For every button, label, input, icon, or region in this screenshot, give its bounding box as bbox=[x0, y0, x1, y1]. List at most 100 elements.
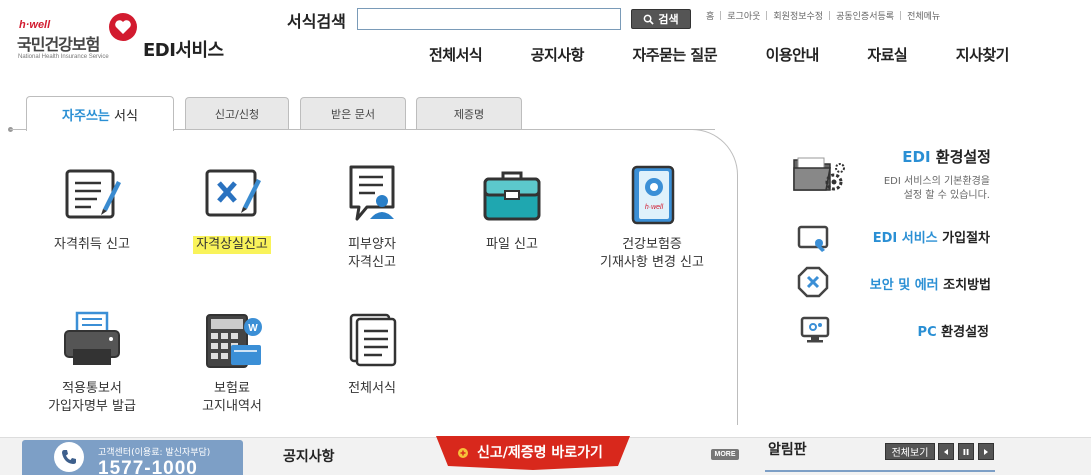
form-item-label-line2: 기재사항 변경 신고 bbox=[600, 255, 704, 270]
nav-branch-finder[interactable]: 지사찾기 bbox=[956, 44, 1010, 65]
report-certificate-shortcut[interactable]: 신고/제증명 바로가기 bbox=[436, 436, 630, 470]
search-icon bbox=[644, 14, 655, 25]
customer-center-number: 1577-1000 bbox=[98, 458, 198, 475]
security-error-link[interactable]: 보안 및 에러 조치방법 bbox=[870, 274, 991, 293]
edi-settings-description: EDI 서비스의 기본환경을 설정 할 수 있습니다. bbox=[884, 175, 990, 203]
svg-text:h·well: h·well bbox=[645, 204, 664, 211]
form-item-qualification-acquisition[interactable]: 자격취득 신고 bbox=[17, 163, 167, 254]
pause-icon bbox=[963, 448, 969, 455]
nav-faq[interactable]: 자주묻는 질문 bbox=[633, 44, 718, 65]
utility-links: 홈 로그아웃 회원정보수정 공동인증서등록 전체메뉴 bbox=[700, 9, 946, 22]
security-link-blue: 보안 및 에러 bbox=[869, 278, 939, 293]
tab-certificates[interactable]: 제증명 bbox=[416, 97, 522, 129]
nav-guide[interactable]: 이용안내 bbox=[766, 44, 820, 65]
form-item-label: 자격상실신고 bbox=[193, 236, 271, 254]
edi-settings-title-blue: EDI bbox=[902, 148, 931, 166]
pc-link-blue: PC bbox=[917, 325, 937, 340]
nav-notice[interactable]: 공지사항 bbox=[531, 44, 585, 65]
nav-all-forms[interactable]: 전체서식 bbox=[429, 44, 483, 65]
edi-signup-procedure-link[interactable]: EDI 서비스 가입절차 bbox=[873, 227, 990, 246]
calculator-won-icon: W bbox=[206, 314, 262, 368]
form-item-label-line1: 보험료 bbox=[214, 381, 250, 396]
form-item-notice-issue[interactable]: 적용통보서 가입자명부 발급 bbox=[17, 307, 167, 416]
form-item-label: 전체서식 bbox=[348, 381, 396, 396]
tab-report-request[interactable]: 신고/신청 bbox=[185, 97, 289, 129]
util-link-full-menu[interactable]: 전체메뉴 bbox=[901, 9, 946, 22]
board-section-title: 알림판 bbox=[768, 442, 807, 458]
util-link-register-cert[interactable]: 공동인증서등록 bbox=[830, 9, 900, 22]
tab-label-rest: 서식 bbox=[109, 108, 138, 124]
nav-resources[interactable]: 자료실 bbox=[867, 44, 907, 65]
pc-link-rest: 환경설정 bbox=[936, 325, 989, 340]
pc-settings-link[interactable]: PC 환경설정 bbox=[918, 321, 989, 340]
notice-section-title: 공지사항 bbox=[283, 449, 335, 465]
heart-logo-icon bbox=[109, 13, 137, 41]
form-item-label-line2: 자격신고 bbox=[348, 255, 396, 270]
document-pen-icon bbox=[65, 169, 121, 219]
edi-settings-title-rest: 환경설정 bbox=[930, 148, 991, 166]
document-stack-icon bbox=[349, 313, 397, 367]
service-title: EDI서비스 bbox=[143, 40, 224, 61]
tab-received-documents[interactable]: 받은 문서 bbox=[300, 97, 406, 129]
form-item-label-line1: 건강보험증 bbox=[622, 237, 682, 252]
edi-settings-link[interactable]: EDI 환경설정 bbox=[902, 146, 991, 167]
form-item-label: 피부양자 자격신고 bbox=[297, 236, 447, 272]
search-input[interactable] bbox=[357, 8, 621, 30]
form-item-label: 자격취득 신고 bbox=[54, 237, 130, 252]
logo-hwell-text: h·well bbox=[19, 19, 51, 31]
form-item-label-line2: 가입자명부 발급 bbox=[48, 399, 136, 414]
monitor-touch-icon bbox=[797, 225, 829, 252]
customer-center-box: 고객센터(이용료: 발신자부담) 1577-1000 bbox=[22, 440, 243, 475]
form-item-card-change-report[interactable]: h·well 건강보험증 기재사항 변경 신고 bbox=[577, 163, 727, 272]
form-item-file-report[interactable]: 파일 신고 bbox=[437, 163, 587, 254]
board-underline bbox=[765, 470, 995, 472]
search-button-label: 검색 bbox=[658, 13, 679, 26]
main-nav: 전체서식 공지사항 자주묻는 질문 이용안내 자료실 지사찾기 bbox=[429, 44, 1009, 65]
util-link-home[interactable]: 홈 bbox=[700, 9, 720, 22]
search-label: 서식검색 bbox=[287, 12, 346, 31]
shortcut-text: 신고/제증명 바로가기 bbox=[477, 445, 603, 461]
form-item-label-line2: 고지내역서 bbox=[202, 399, 262, 414]
folder-gear-icon bbox=[793, 157, 845, 191]
next-icon bbox=[984, 448, 988, 455]
printer-icon bbox=[64, 311, 120, 365]
edi-settings-desc-line1: EDI 서비스의 기본환경을 bbox=[883, 176, 990, 187]
phone-icon bbox=[54, 442, 84, 472]
pc-settings-icon bbox=[800, 316, 830, 343]
shortcut-label: 신고/제증명 바로가기 bbox=[436, 442, 630, 462]
edi-settings-desc-line2: 설정 할 수 있습니다. bbox=[903, 190, 990, 201]
prev-icon bbox=[944, 448, 948, 455]
document-x-pen-icon bbox=[205, 169, 261, 217]
view-all-button[interactable]: 전체보기 bbox=[885, 443, 935, 460]
logo-org-name: 국민건강보험 bbox=[17, 35, 100, 54]
form-item-qualification-loss[interactable]: 자격상실신고 bbox=[157, 163, 307, 254]
form-item-dependent-report[interactable]: 피부양자 자격신고 bbox=[297, 163, 447, 272]
form-item-all-forms[interactable]: 전체서식 bbox=[297, 307, 447, 398]
next-button[interactable] bbox=[978, 443, 994, 460]
pause-button[interactable] bbox=[958, 443, 974, 460]
insurance-card-icon: h·well bbox=[631, 165, 675, 225]
util-link-edit-profile[interactable]: 회원정보수정 bbox=[767, 9, 829, 22]
search-button[interactable]: 검색 bbox=[631, 9, 691, 29]
logo-org-name-en: National Health Insurance Service bbox=[18, 54, 109, 60]
form-item-label-line1: 피부양자 bbox=[348, 237, 396, 252]
security-error-icon bbox=[797, 266, 829, 298]
prev-button[interactable] bbox=[938, 443, 954, 460]
customer-center-label: 고객센터(이용료: 발신자부담) bbox=[98, 448, 211, 458]
util-link-logout[interactable]: 로그아웃 bbox=[721, 9, 766, 22]
notice-more-button[interactable]: MORE bbox=[711, 449, 739, 460]
speech-person-icon bbox=[349, 165, 395, 221]
form-item-label: 건강보험증 기재사항 변경 신고 bbox=[577, 236, 727, 272]
briefcase-icon bbox=[483, 171, 541, 221]
svg-text:W: W bbox=[248, 323, 258, 334]
tab-frequent-forms[interactable]: 자주쓰는 서식 bbox=[26, 96, 174, 131]
form-item-premium-statement[interactable]: W 보험료 고지내역서 bbox=[157, 307, 307, 416]
nhis-logo[interactable]: h·well 국민건강보험 National Health Insurance … bbox=[16, 10, 141, 66]
form-item-label: 파일 신고 bbox=[486, 237, 538, 252]
signup-link-blue: EDI 서비스 bbox=[872, 231, 938, 246]
security-link-rest: 조치방법 bbox=[938, 278, 991, 293]
form-item-label: 보험료 고지내역서 bbox=[157, 380, 307, 416]
signup-link-rest: 가입절차 bbox=[937, 231, 990, 246]
form-item-label: 적용통보서 가입자명부 발급 bbox=[17, 380, 167, 416]
tab-label-highlight: 자주쓰는 bbox=[62, 108, 110, 124]
